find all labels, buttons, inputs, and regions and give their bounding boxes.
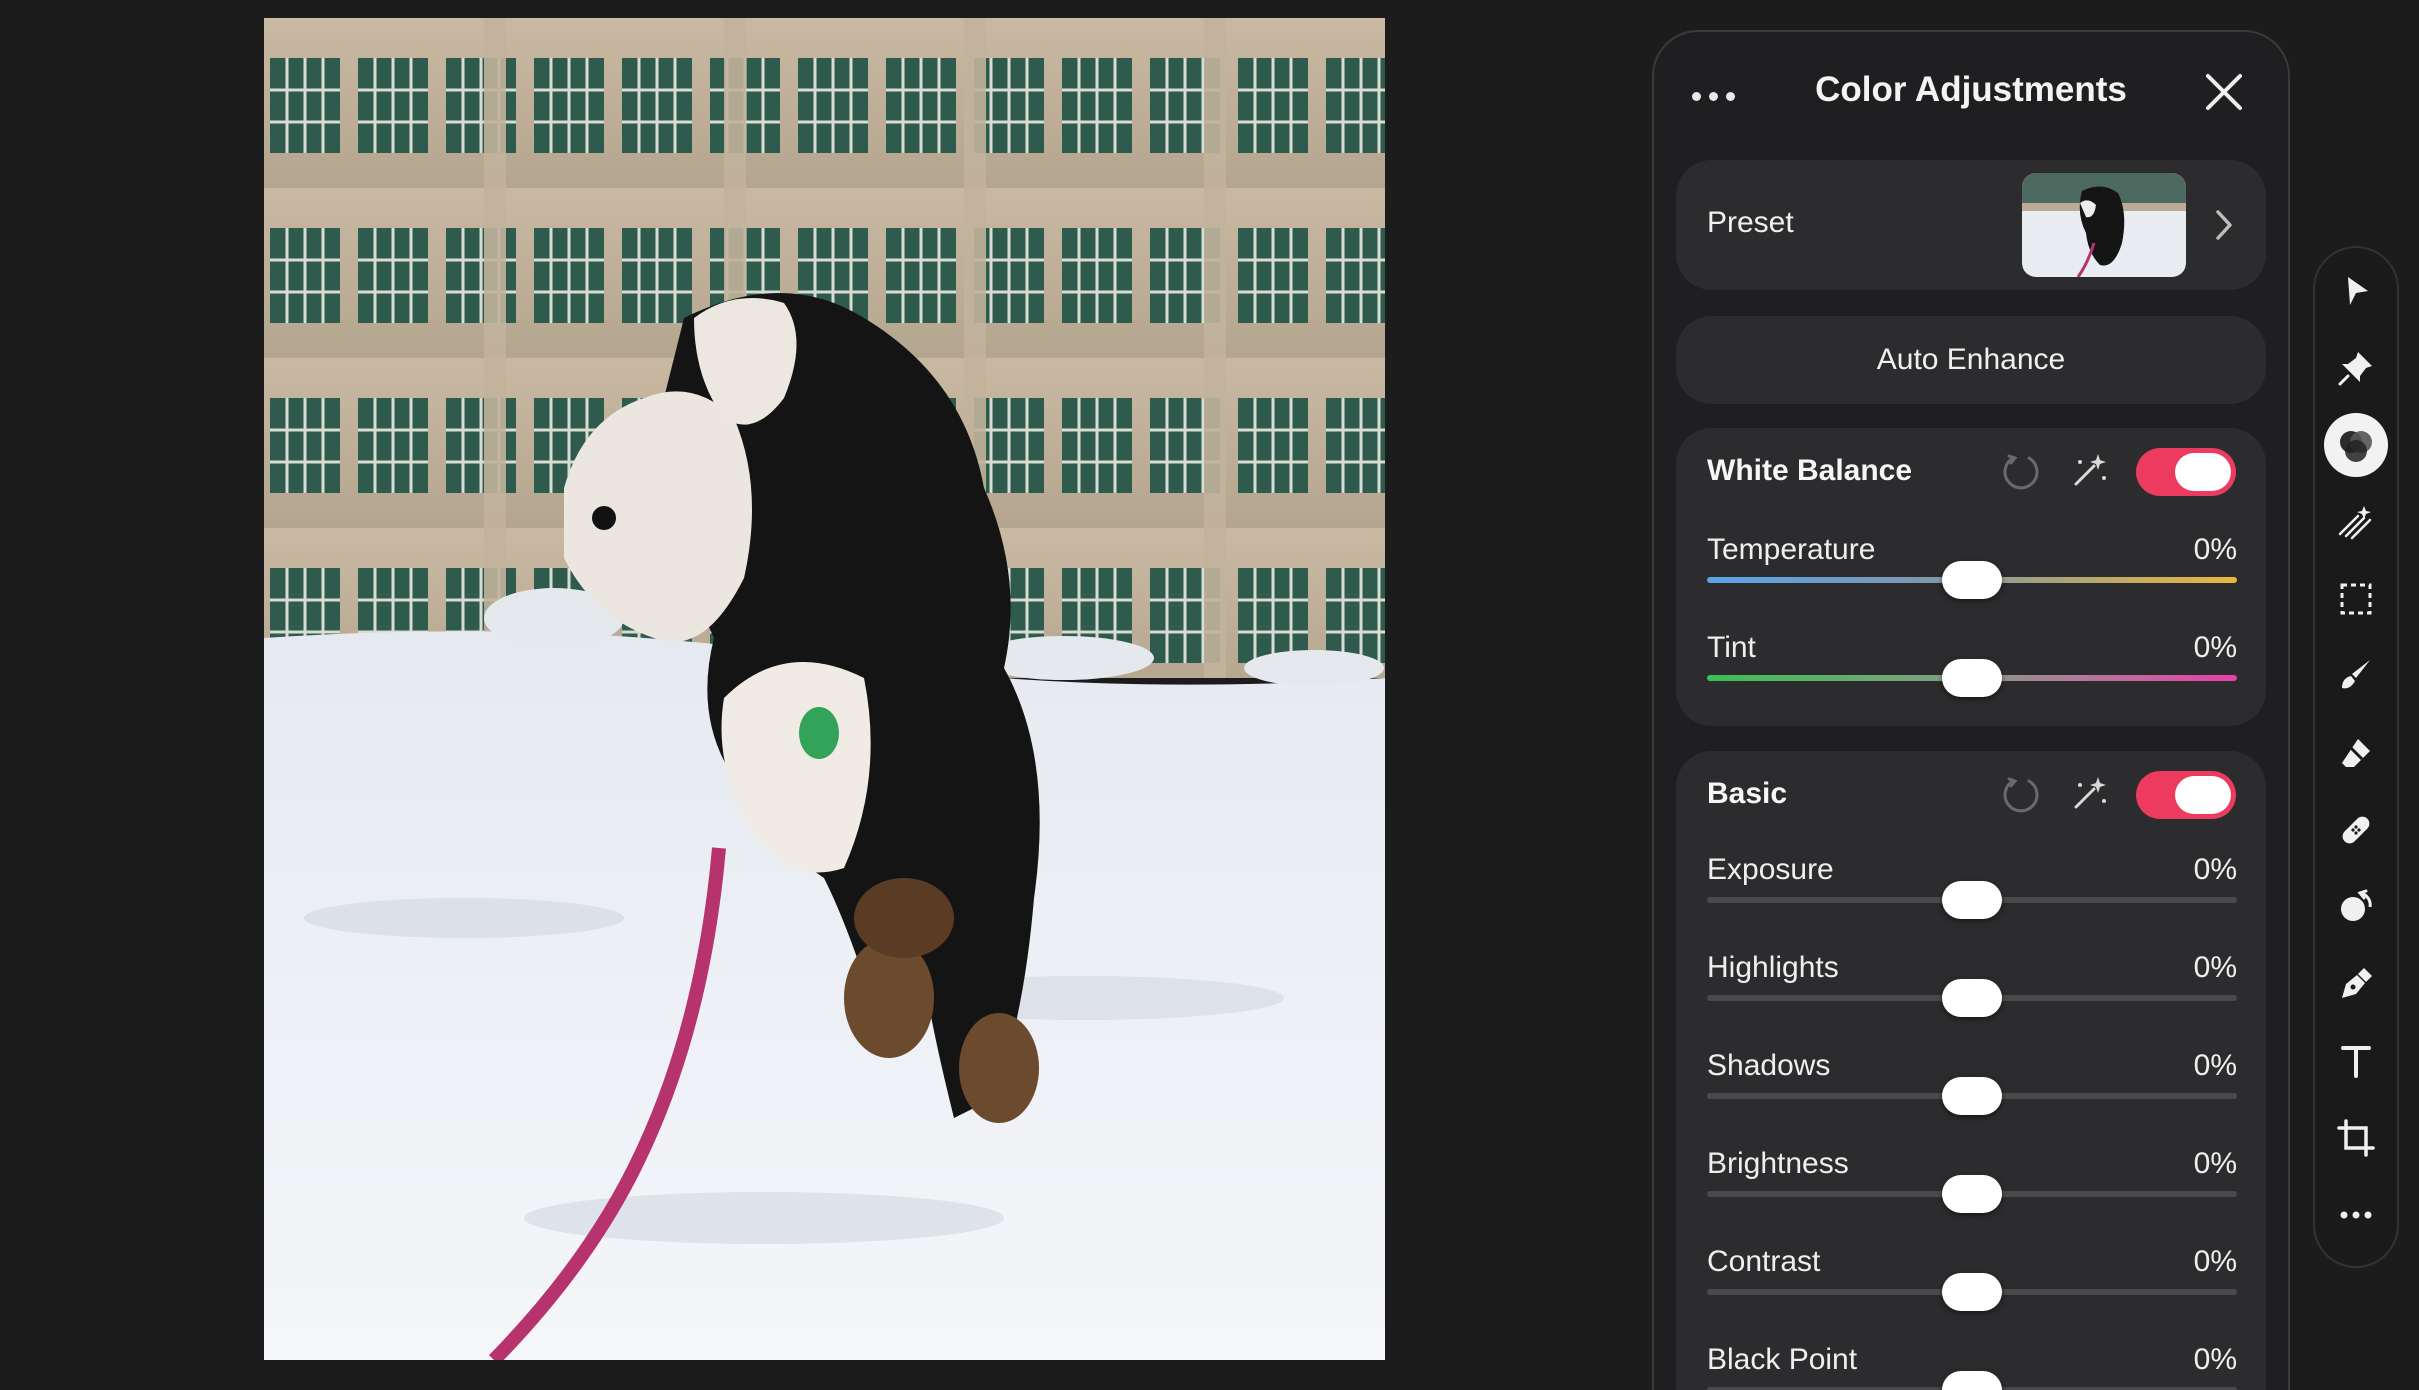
brightness-value: 0%	[2193, 1147, 2237, 1180]
reset-icon[interactable]	[2001, 775, 2041, 815]
preset-row[interactable]: Preset	[1676, 160, 2266, 290]
shadows-value: 0%	[2193, 1049, 2237, 1082]
shadows-label: Shadows	[1707, 1049, 1831, 1082]
temperature-label: Temperature	[1707, 533, 1876, 566]
black-point-slider-row: Black Point 0%	[1707, 1343, 2237, 1390]
more-icon[interactable]	[2324, 1183, 2388, 1247]
effects-icon[interactable]	[2324, 490, 2388, 554]
color-adjustments-panel: Color Adjustments Preset Auto Enhance Wh…	[1652, 30, 2290, 1390]
panel-title: Color Adjustments	[1815, 70, 2127, 109]
exposure-slider-row: Exposure 0%	[1707, 853, 2237, 943]
contrast-thumb[interactable]	[1942, 1273, 2002, 1311]
tools-toolbar	[2313, 246, 2399, 1268]
close-icon[interactable]	[2202, 70, 2246, 114]
text-icon[interactable]	[2324, 1029, 2388, 1093]
tint-value: 0%	[2193, 631, 2237, 664]
brightness-label: Brightness	[1707, 1147, 1849, 1180]
brush-icon[interactable]	[2324, 644, 2388, 708]
preset-label: Preset	[1707, 206, 1794, 239]
tint-slider-row: Tint 0%	[1707, 631, 2237, 721]
exposure-thumb[interactable]	[1942, 881, 2002, 919]
preset-thumbnail[interactable]	[2022, 173, 2186, 277]
toggle-knob	[2175, 776, 2231, 814]
basic-title: Basic	[1707, 777, 1788, 810]
pin-icon[interactable]	[2324, 336, 2388, 400]
black-point-thumb[interactable]	[1942, 1371, 2002, 1390]
brightness-slider-row: Brightness 0%	[1707, 1147, 2237, 1237]
pen-icon[interactable]	[2324, 952, 2388, 1016]
temperature-value: 0%	[2193, 533, 2237, 566]
crop-icon[interactable]	[2324, 1106, 2388, 1170]
highlights-thumb[interactable]	[1942, 979, 2002, 1017]
contrast-label: Contrast	[1707, 1245, 1821, 1278]
auto-enhance-button[interactable]: Auto Enhance	[1676, 316, 2266, 404]
toggle-knob	[2175, 453, 2231, 491]
color-adjust-icon[interactable]	[2324, 413, 2388, 477]
magic-wand-icon[interactable]	[2070, 773, 2110, 813]
exposure-label: Exposure	[1707, 853, 1834, 886]
arrow-select-icon[interactable]	[2324, 259, 2388, 323]
highlights-label: Highlights	[1707, 951, 1839, 984]
contrast-value: 0%	[2193, 1245, 2237, 1278]
dog-in-snow-image	[264, 18, 1385, 1360]
brightness-thumb[interactable]	[1942, 1175, 2002, 1213]
exposure-value: 0%	[2193, 853, 2237, 886]
white-balance-section: White Balance Temperature 0% Tint 0%	[1676, 428, 2266, 726]
temperature-slider-row: Temperature 0%	[1707, 533, 2237, 623]
basic-toggle[interactable]	[2136, 771, 2236, 819]
highlights-value: 0%	[2193, 951, 2237, 984]
tint-thumb[interactable]	[1942, 659, 2002, 697]
chevron-right-icon[interactable]	[2214, 208, 2234, 242]
basic-section: Basic Exposure 0% Highlights 0% Shadows …	[1676, 751, 2266, 1390]
canvas-photo[interactable]	[264, 18, 1385, 1360]
panel-header: Color Adjustments	[1654, 32, 2288, 160]
clone-icon[interactable]	[2324, 875, 2388, 939]
white-balance-toggle[interactable]	[2136, 448, 2236, 496]
shadows-slider-row: Shadows 0%	[1707, 1049, 2237, 1139]
selection-icon[interactable]	[2324, 567, 2388, 631]
white-balance-title: White Balance	[1707, 454, 1913, 487]
highlights-slider-row: Highlights 0%	[1707, 951, 2237, 1041]
temperature-thumb[interactable]	[1942, 561, 2002, 599]
reset-icon[interactable]	[2001, 452, 2041, 492]
tint-label: Tint	[1707, 631, 1756, 664]
contrast-slider-row: Contrast 0%	[1707, 1245, 2237, 1335]
eraser-icon[interactable]	[2324, 721, 2388, 785]
black-point-label: Black Point	[1707, 1343, 1858, 1376]
black-point-value: 0%	[2193, 1343, 2237, 1376]
shadows-thumb[interactable]	[1942, 1077, 2002, 1115]
bandage-icon[interactable]	[2324, 798, 2388, 862]
magic-wand-icon[interactable]	[2070, 450, 2110, 490]
